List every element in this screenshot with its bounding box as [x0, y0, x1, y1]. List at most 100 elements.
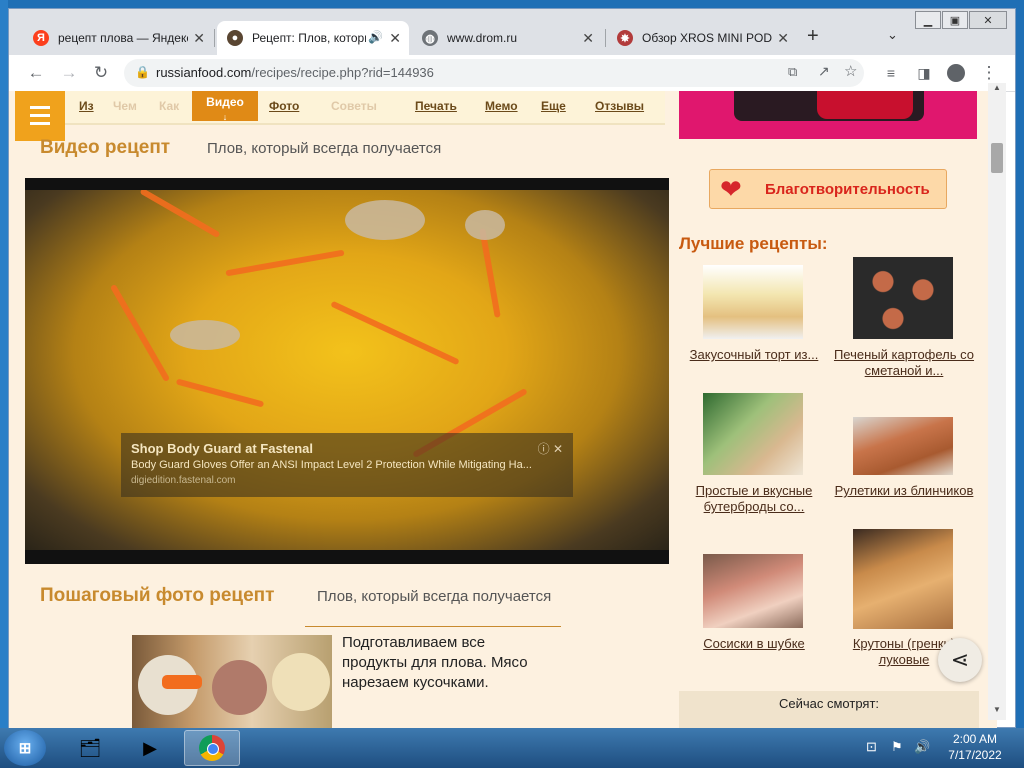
recipe-link[interactable]: Сосиски в шубке	[679, 636, 829, 652]
close-icon[interactable]: ✕	[582, 30, 594, 47]
volume-icon[interactable]: 🔊	[914, 739, 930, 755]
tab-title: Обзор XROS MINI POD	[642, 31, 772, 45]
tab-drom[interactable]: ◍ www.drom.ru ✕	[412, 21, 602, 55]
more-menu-icon[interactable]: ⋮	[977, 62, 1001, 84]
side-panel-icon[interactable]: ◨	[912, 62, 936, 84]
carrot-strip	[139, 190, 221, 239]
start-button[interactable]: ⊞	[4, 730, 46, 766]
reading-list-icon[interactable]: ≡	[879, 62, 903, 84]
recipe-thumb[interactable]	[703, 265, 803, 339]
hamburger-menu-button[interactable]	[15, 91, 65, 141]
recipe-site-icon: ●	[227, 30, 243, 46]
nav-item-print[interactable]: Печать	[415, 99, 457, 113]
page-content: Из Чем Как Видео ↓ Фото Советы Печать Мем…	[9, 91, 997, 728]
carrot-strip	[330, 300, 460, 366]
share-button[interactable]: ⋖	[938, 638, 982, 682]
recipe-link[interactable]: Простые и вкусные бутерброды со...	[679, 483, 829, 515]
charity-label: Благотворительность	[765, 181, 930, 198]
sidebar: ❤ Благотворительность Лучшие рецепты: За…	[669, 91, 997, 728]
video-player[interactable]: Shop Body Guard at Fastenal Body Guard G…	[25, 178, 669, 564]
flag-icon[interactable]: ⚑	[891, 739, 903, 755]
ad-title[interactable]: Shop Body Guard at Fastenal	[131, 441, 313, 456]
arrow-down-icon: ↓	[222, 112, 228, 122]
nav-item-how[interactable]: Как	[159, 99, 179, 113]
video-ad-overlay[interactable]: Shop Body Guard at Fastenal Body Guard G…	[121, 433, 573, 497]
carrot-shape	[162, 675, 202, 689]
now-watching-box: Сейчас смотрят:	[679, 691, 979, 728]
system-clock[interactable]: 2:00 AM 7/17/2022	[940, 731, 1010, 763]
tab-divider	[605, 29, 606, 47]
recipe-link[interactable]: Закусочный торт из...	[679, 347, 829, 363]
bookmark-star-icon[interactable]: ☆	[844, 62, 857, 80]
translate-icon[interactable]: ⧉	[788, 64, 797, 80]
nav-item-memo[interactable]: Мемо	[485, 99, 518, 113]
tab-yandex[interactable]: Я рецепт плова — Яндекс ✕	[23, 21, 213, 55]
scroll-down-icon[interactable]: ▼	[993, 705, 1001, 714]
step-description: Подготавливаем все продукты для плова. М…	[342, 634, 528, 691]
yandex-icon: Я	[33, 30, 49, 46]
new-tab-button[interactable]: +	[807, 25, 819, 48]
carrot-strip	[479, 228, 501, 318]
recipe-thumb[interactable]	[853, 257, 953, 339]
page-scrollbar[interactable]: ▲ ▼	[988, 83, 1006, 720]
nav-item-photo[interactable]: Фото	[269, 99, 299, 113]
close-window-button[interactable]: ✕	[969, 11, 1007, 29]
address-bar[interactable]: 🔒 russianfood.com/recipes/recipe.php?rid…	[124, 59, 864, 87]
share-page-icon[interactable]: ↗	[818, 63, 830, 80]
carrot-strip	[175, 378, 265, 408]
meat-piece	[170, 320, 240, 350]
close-icon[interactable]: ✕	[389, 30, 401, 47]
nav-item-more[interactable]: Еще	[541, 99, 566, 113]
photo-recipe-heading: Пошаговый фото рецепт	[40, 585, 275, 606]
recipe-thumb[interactable]	[703, 554, 803, 628]
nav-item-tips[interactable]: Советы	[331, 99, 377, 113]
tab-search-chevron-icon[interactable]: ⌄	[887, 27, 898, 43]
profile-avatar[interactable]	[944, 62, 968, 84]
clock-date: 7/17/2022	[948, 748, 1002, 762]
nav-item-what[interactable]: Чем	[113, 99, 137, 113]
recipe-thumb[interactable]	[853, 417, 953, 475]
xros-site-icon: ✸	[617, 30, 633, 46]
url-host: russianfood.com	[156, 65, 252, 80]
ad-close-icon[interactable]: ⓘ ✕	[538, 440, 563, 457]
close-icon[interactable]: ✕	[193, 30, 205, 47]
nav-item-reviews[interactable]: Отзывы	[595, 99, 644, 113]
recipe-thumb[interactable]	[703, 393, 803, 475]
charity-button[interactable]: ❤ Благотворительность	[709, 169, 947, 209]
chrome-icon[interactable]	[184, 730, 240, 766]
meat-bowl-shape	[212, 660, 267, 715]
file-explorer-icon[interactable]: 🗂	[62, 730, 118, 766]
network-icon[interactable]: ⊡	[866, 739, 877, 755]
rice-bowl-shape	[272, 653, 330, 711]
lock-icon[interactable]: 🔒	[135, 65, 150, 79]
promo-red-shape	[817, 91, 913, 119]
close-icon[interactable]: ✕	[777, 30, 789, 47]
tab-xros[interactable]: ✸ Обзор XROS MINI POD ✕	[607, 21, 797, 55]
recipe-link[interactable]: Печеный картофель со сметаной и...	[829, 347, 979, 379]
media-player-icon[interactable]: ▶	[122, 730, 178, 766]
nav-item-from[interactable]: Из	[79, 99, 94, 113]
scroll-thumb[interactable]	[991, 143, 1003, 173]
browser-toolbar: ← → ↻ 🔒 russianfood.com/recipes/recipe.p…	[9, 55, 1015, 92]
maximize-button[interactable]: ▣	[942, 11, 968, 29]
minimize-button[interactable]: ▁	[915, 11, 941, 29]
video-heading: Видео рецепт	[40, 137, 171, 158]
forward-button[interactable]: →	[57, 62, 81, 84]
recipe-link[interactable]: Рулетики из блинчиков	[829, 483, 979, 499]
reload-button[interactable]: ↻	[89, 62, 113, 84]
tab-recipe[interactable]: ● Рецепт: Плов, который всегда 🔊 ✕	[217, 21, 409, 55]
ad-text: Body Guard Gloves Offer an ANSI Impact L…	[131, 459, 532, 471]
back-button[interactable]: ←	[24, 62, 48, 84]
promo-banner[interactable]	[679, 91, 977, 139]
step-photo[interactable]	[132, 635, 332, 728]
recipe-thumb[interactable]	[853, 529, 953, 629]
nav-item-video[interactable]: Видео ↓	[192, 91, 258, 122]
tab-title: www.drom.ru	[447, 31, 518, 45]
meat-piece	[465, 210, 505, 240]
url-text: russianfood.com/recipes/recipe.php?rid=1…	[156, 65, 434, 80]
nav-video-label: Видео	[206, 95, 244, 109]
recipe-navbar: Из Чем Как Видео ↓ Фото Советы Печать Мем…	[65, 91, 665, 125]
scroll-up-icon[interactable]: ▲	[993, 83, 1001, 92]
tab-bar: Я рецепт плова — Яндекс ✕ ● Рецепт: Плов…	[9, 9, 1015, 55]
speaker-icon[interactable]: 🔊	[368, 30, 383, 44]
